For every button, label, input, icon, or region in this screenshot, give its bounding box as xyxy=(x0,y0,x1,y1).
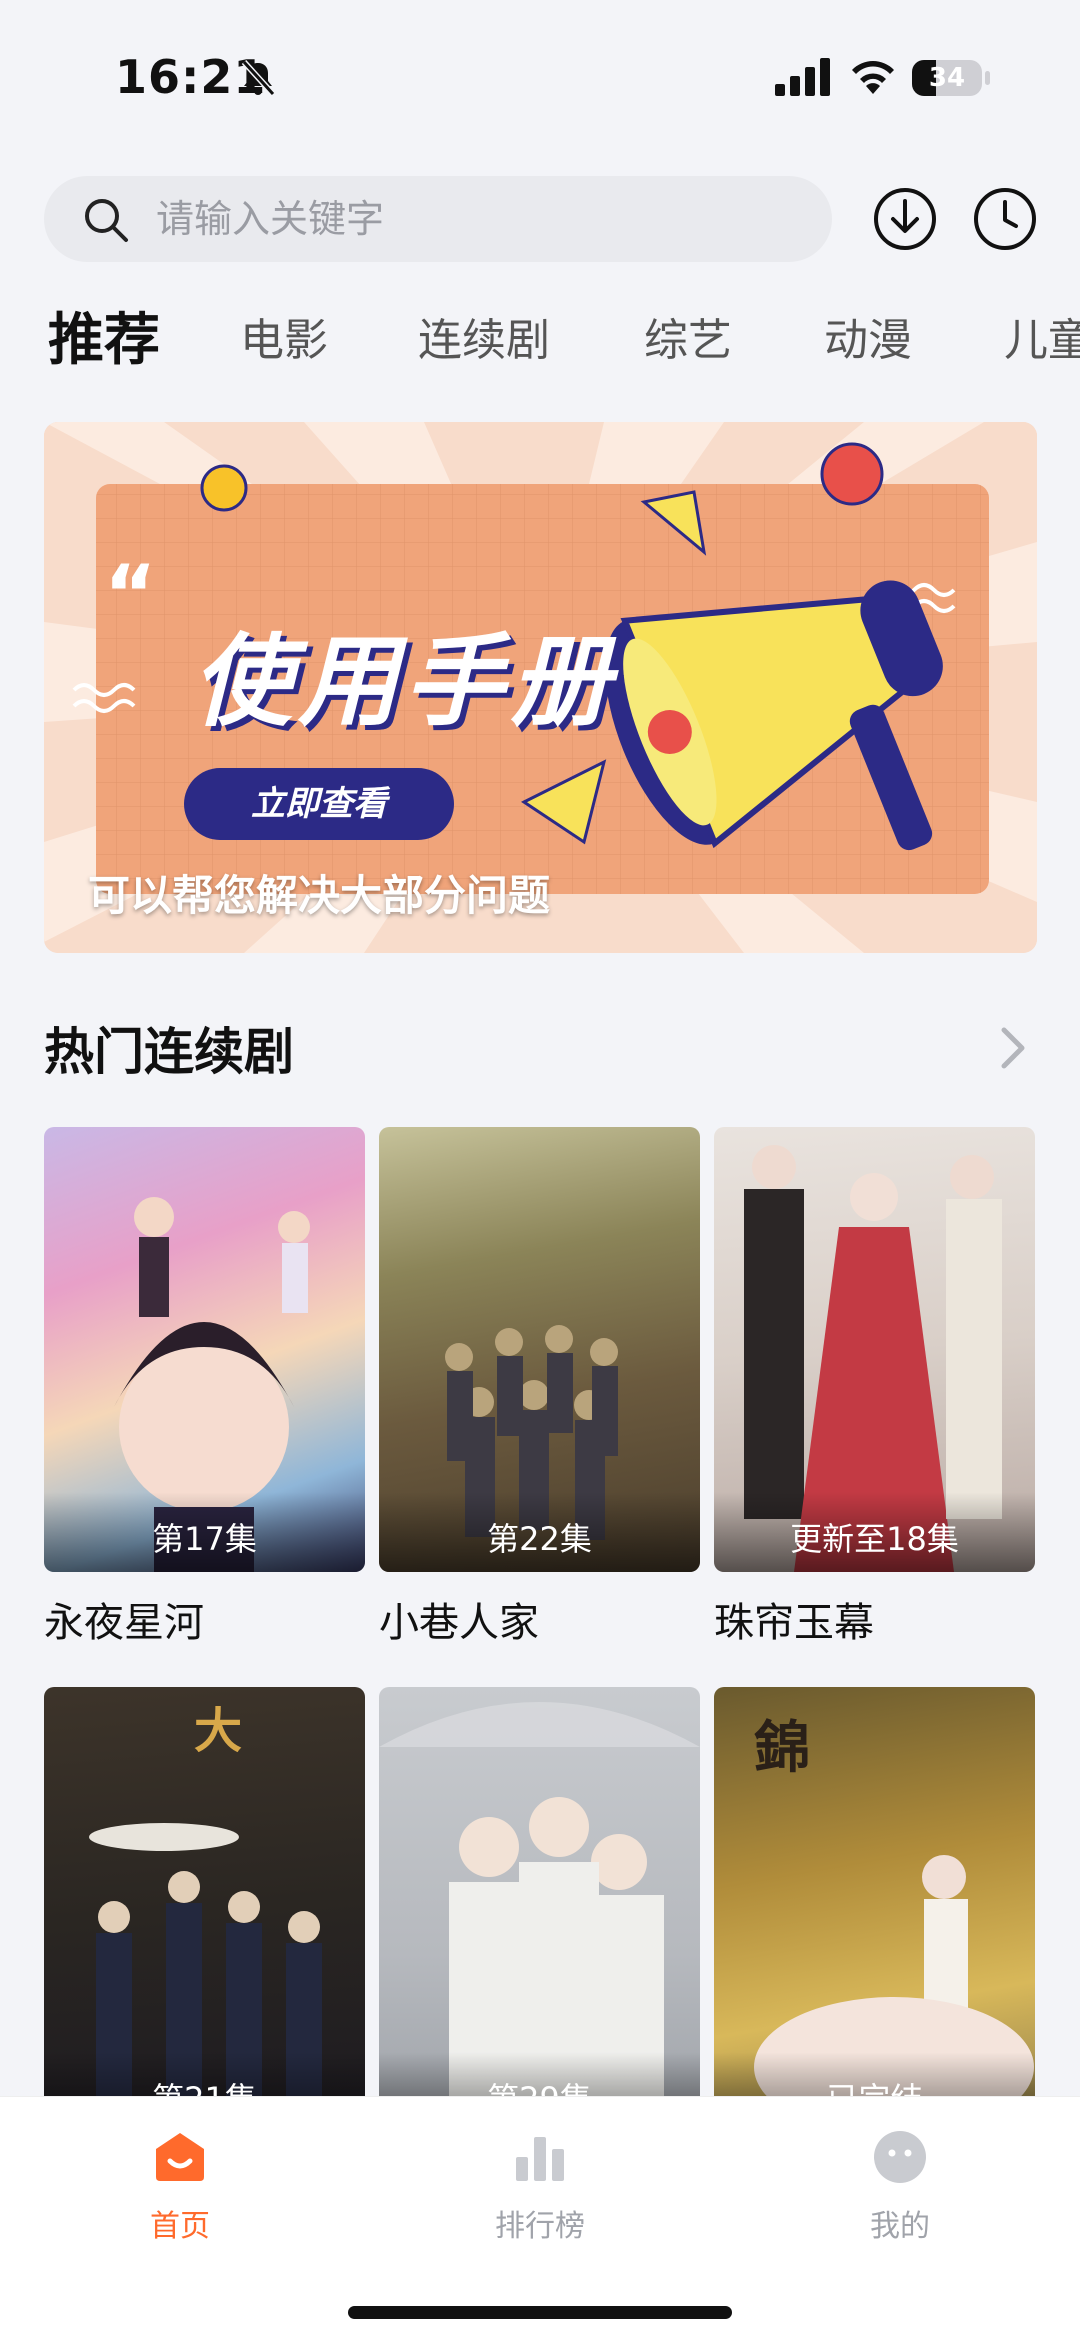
drama-poster: 錦 已完结 xyxy=(714,1687,1035,2132)
tab-kids[interactable]: 儿童 xyxy=(1004,296,1080,386)
battery-level: 34 xyxy=(928,63,966,93)
episode-badge: 第17集 xyxy=(152,1520,257,1558)
search-placeholder: 请输入关键字 xyxy=(156,197,385,241)
drama-poster: 大 第21集 xyxy=(44,1687,365,2132)
drama-poster: 第22集 xyxy=(379,1127,700,1572)
section-title-hot-series: 热门连续剧 xyxy=(44,1023,294,1081)
tabbar-label: 我的 xyxy=(870,2209,930,2244)
chart-icon xyxy=(516,2137,564,2181)
drama-poster: 第29集 xyxy=(379,1687,700,2132)
profile-icon xyxy=(874,2131,926,2183)
chevron-right-icon[interactable] xyxy=(998,1024,1028,1072)
svg-text:錦: 錦 xyxy=(754,1715,810,1781)
mute-bell-icon xyxy=(241,59,276,97)
banner-caption: 可以帮您解决大部分问题 xyxy=(88,871,551,920)
drama-title: 永夜星河 xyxy=(44,1600,204,1646)
episode-badge: 第22集 xyxy=(487,1520,592,1558)
tab-series[interactable]: 连续剧 xyxy=(418,296,550,386)
download-icon[interactable] xyxy=(872,186,938,252)
history-clock-icon[interactable] xyxy=(972,186,1038,252)
battery-indicator: 34 xyxy=(912,60,982,96)
tab-variety[interactable]: 综艺 xyxy=(644,296,732,386)
tab-anime[interactable]: 动漫 xyxy=(824,296,912,386)
tab-movies[interactable]: 电影 xyxy=(240,296,328,386)
search-icon xyxy=(85,199,128,242)
cellular-signal-icon xyxy=(775,58,830,96)
banner-view-button[interactable]: 立即查看 xyxy=(184,768,454,840)
wifi-icon xyxy=(852,61,894,94)
episode-badge: 更新至18集 xyxy=(790,1520,959,1558)
drama-title: 珠帘玉幕 xyxy=(714,1600,874,1646)
svg-text:“: “ xyxy=(104,548,157,641)
drama-poster: 更新至18集 xyxy=(714,1127,1035,1572)
tab-recommend[interactable]: 推荐 xyxy=(48,296,160,386)
drama-title: 小巷人家 xyxy=(379,1600,539,1646)
status-bar: 16:21 34 xyxy=(0,0,1080,150)
drama-poster: 第17集 xyxy=(44,1127,365,1572)
category-tabs: 推荐 电影 连续剧 综艺 动漫 儿童 xyxy=(0,296,1080,386)
search-input[interactable]: 请输入关键字 xyxy=(44,176,832,262)
banner-headline: 使用手册 xyxy=(192,623,616,740)
home-icon xyxy=(156,2133,204,2181)
tabbar-label: 排行榜 xyxy=(495,2209,585,2244)
home-indicator xyxy=(348,2306,732,2319)
tabbar-label: 首页 xyxy=(150,2209,210,2244)
svg-text:大: 大 xyxy=(194,1703,242,1759)
